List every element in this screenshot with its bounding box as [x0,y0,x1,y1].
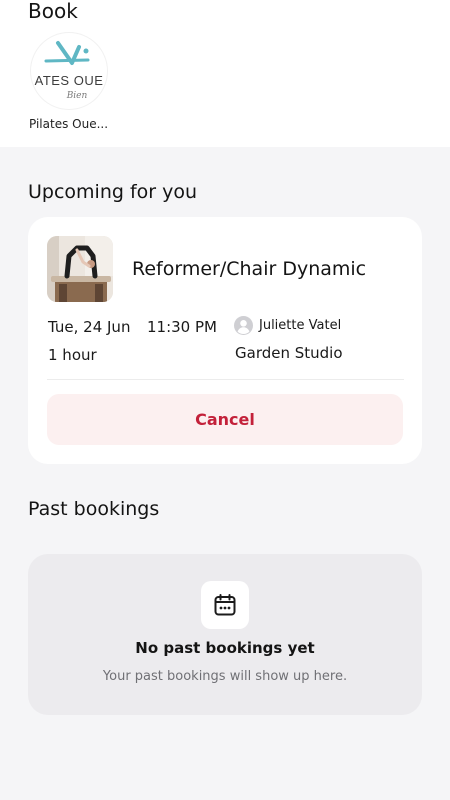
booking-date: Tue, 24 Jun [48,318,131,336]
top-section: Book ATES OUE Bien Pilates Oue... [0,0,450,147]
studio-logo-graphic: ATES OUE Bien [35,41,104,101]
page-title: Book [28,0,78,23]
instructor-name: Juliette Vatel [259,318,342,333]
calendar-icon [214,594,236,616]
past-bookings-section-title: Past bookings [28,498,160,520]
calendar-icon-container [201,581,249,629]
upcoming-section-title: Upcoming for you [28,181,198,203]
class-thumbnail [47,236,113,302]
booking-location: Garden Studio [235,344,343,362]
empty-state-title: No past bookings yet [135,639,315,657]
class-name: Reformer/Chair Dynamic [132,258,367,280]
user-avatar-icon [234,316,253,335]
studio-logo-script: Bien [66,91,88,101]
card-divider [47,379,404,380]
upcoming-booking-card[interactable]: Reformer/Chair Dynamic Tue, 24 Jun 11:30… [28,217,422,464]
past-bookings-empty-state: No past bookings yet Your past bookings … [28,554,422,715]
booking-time: 11:30 PM [147,318,217,336]
studio-name[interactable]: Pilates Oue... [29,116,108,132]
studio-logo-text: ATES OUE [35,73,104,88]
booking-duration: 1 hour [48,346,97,364]
empty-state-subtitle: Your past bookings will show up here. [102,669,348,684]
cancel-booking-button[interactable]: Cancel [47,394,403,445]
cancel-button-label: Cancel [195,410,255,429]
studio-logo[interactable]: ATES OUE Bien [31,33,107,109]
